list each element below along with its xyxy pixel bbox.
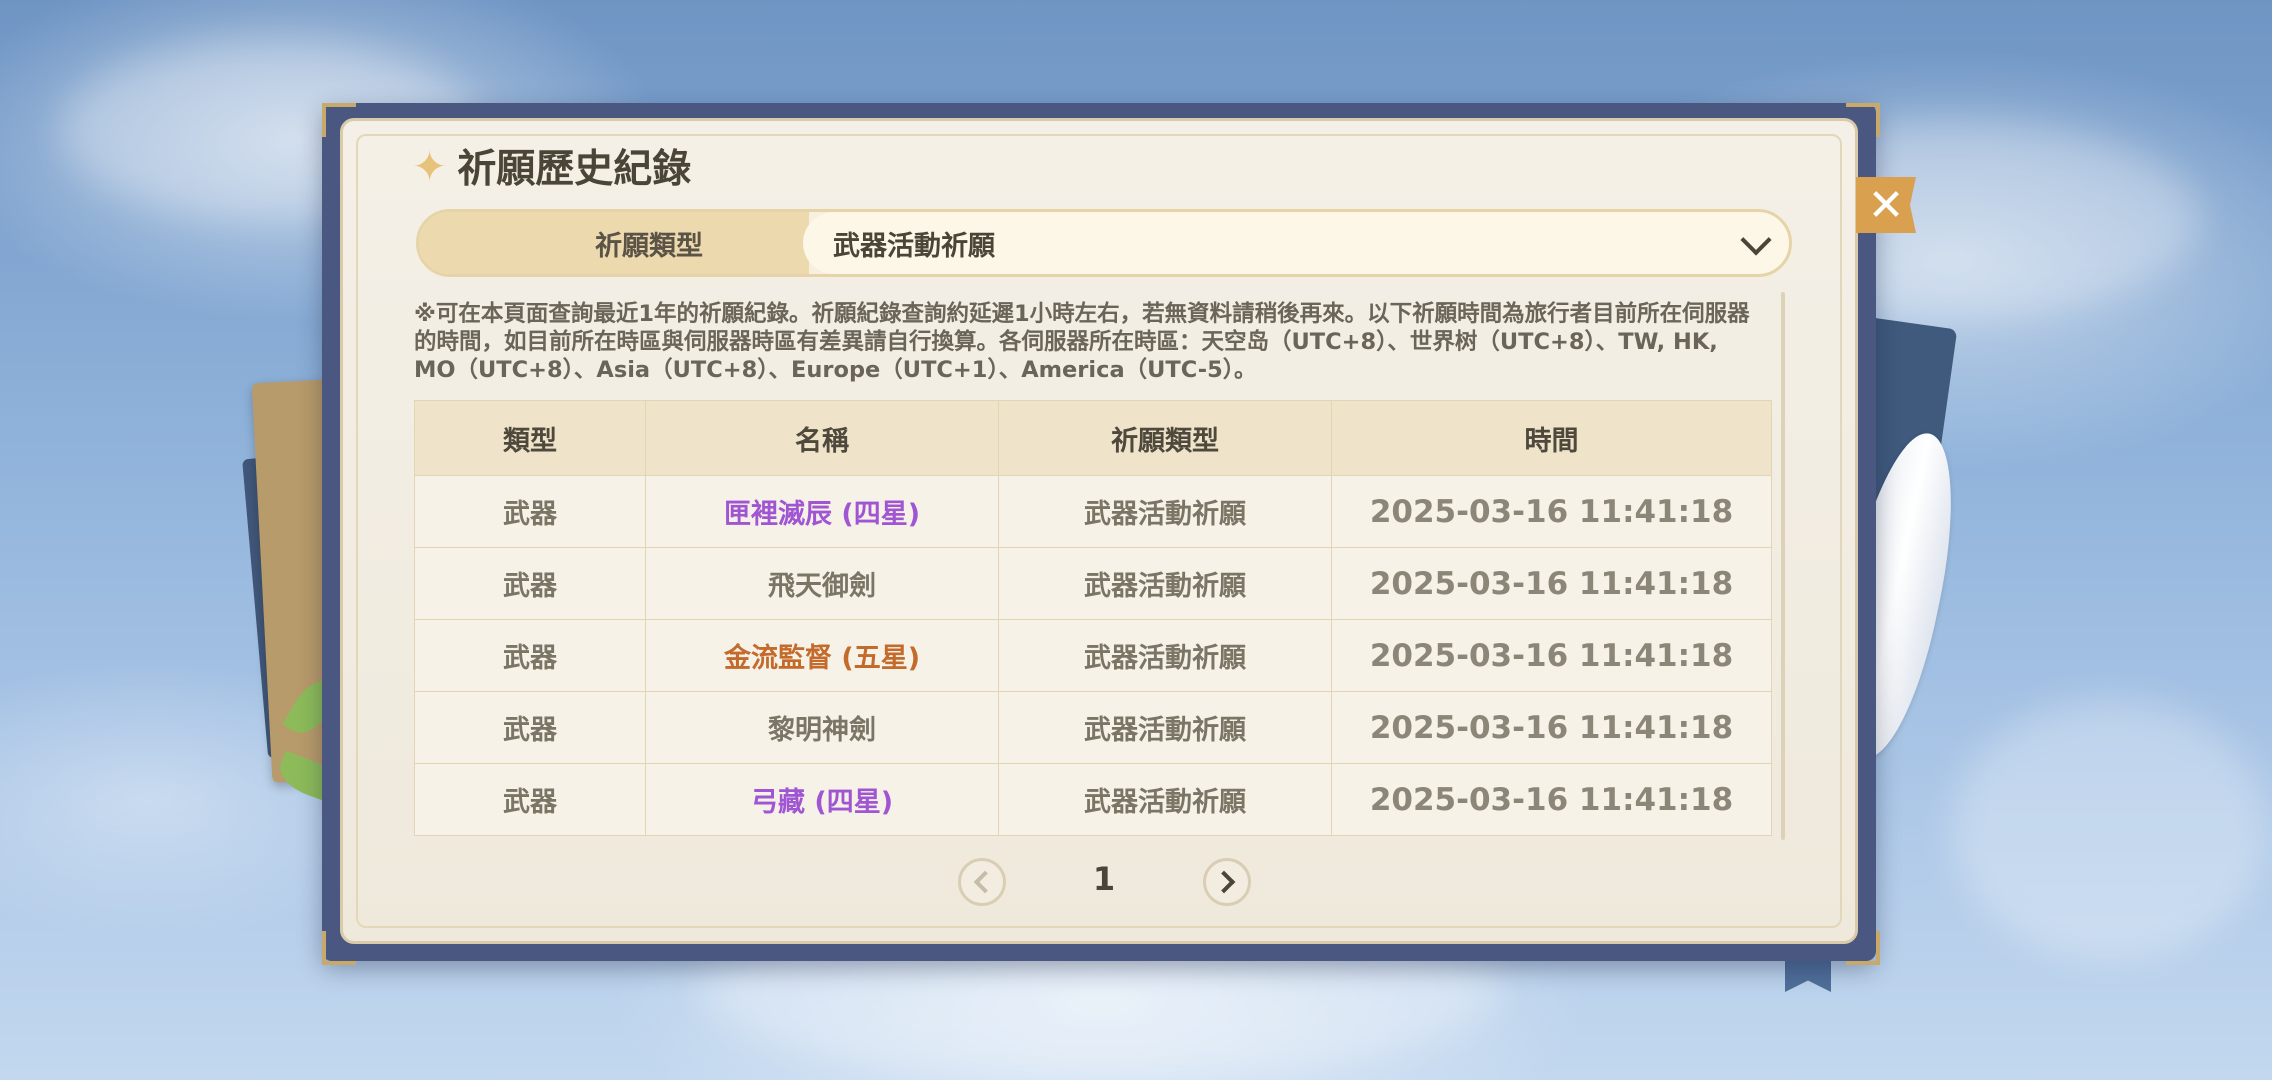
- cell-time: 2025-03-16 11:41:18: [1331, 619, 1772, 692]
- close-icon: ✕: [1867, 179, 1905, 231]
- wish-type-selected: 武器活動祈願: [833, 230, 995, 262]
- column-header-name: 名稱: [645, 400, 999, 476]
- cell-type: 武器: [414, 475, 646, 548]
- chevron-down-icon: [1740, 224, 1772, 256]
- wish-type-label: 祈願類型: [419, 212, 809, 274]
- pagination: 1: [958, 858, 1254, 910]
- cell-banner: 武器活動祈願: [998, 763, 1332, 836]
- cell-time: 2025-03-16 11:41:18: [1331, 763, 1772, 836]
- cell-item-name: 匣裡滅辰 (四星): [645, 475, 999, 548]
- column-header-banner: 祈願類型: [998, 400, 1332, 476]
- cell-banner: 武器活動祈願: [998, 691, 1332, 764]
- title-row: ✦ 祈願歷史紀錄: [412, 138, 691, 194]
- scrollbar[interactable]: [1781, 292, 1785, 840]
- table-row: 武器 金流監督 (五星) 武器活動祈願 2025-03-16 11:41:18: [414, 619, 1772, 692]
- next-page-button[interactable]: [1203, 858, 1251, 906]
- cell-item-name: 弓藏 (四星): [645, 763, 999, 836]
- current-page: 1: [1092, 860, 1116, 898]
- cell-item-name: 飛天御劍: [645, 547, 999, 620]
- table-row: 武器 匣裡滅辰 (四星) 武器活動祈願 2025-03-16 11:41:18: [414, 475, 1772, 548]
- cell-banner: 武器活動祈願: [998, 547, 1332, 620]
- cell-time: 2025-03-16 11:41:18: [1331, 547, 1772, 620]
- cell-time: 2025-03-16 11:41:18: [1331, 691, 1772, 764]
- cell-banner: 武器活動祈願: [998, 619, 1332, 692]
- sparkle-icon: ✦: [412, 141, 448, 191]
- wish-history-table: 類型 名稱 祈願類型 時間 武器 匣裡滅辰 (四星) 武器活動祈願 2025-0…: [414, 400, 1772, 836]
- chevron-right-icon: [1212, 870, 1236, 894]
- table-row: 武器 飛天御劍 武器活動祈願 2025-03-16 11:41:18: [414, 547, 1772, 620]
- frame-corner: [1846, 103, 1880, 137]
- cloud-decoration: [1950, 700, 2270, 960]
- frame-corner: [322, 103, 356, 137]
- frame-corner: [1846, 931, 1880, 965]
- wish-type-filter: 祈願類型 武器活動祈願: [416, 209, 1792, 277]
- cell-type: 武器: [414, 619, 646, 692]
- column-header-type: 類型: [414, 400, 646, 476]
- notice-text: ※可在本頁面查詢最近1年的祈願紀錄。祈願紀錄查詢約延遲1小時左右，若無資料請稍後…: [414, 301, 1750, 383]
- cell-item-name: 黎明神劍: [645, 691, 999, 764]
- table-row: 武器 黎明神劍 武器活動祈願 2025-03-16 11:41:18: [414, 691, 1772, 764]
- frame-corner: [322, 931, 356, 965]
- wish-type-dropdown[interactable]: 武器活動祈願: [803, 212, 1789, 274]
- cell-type: 武器: [414, 763, 646, 836]
- cell-item-name: 金流監督 (五星): [645, 619, 999, 692]
- cell-type: 武器: [414, 547, 646, 620]
- chevron-left-icon: [973, 870, 997, 894]
- close-button[interactable]: ✕: [1856, 177, 1916, 233]
- cell-time: 2025-03-16 11:41:18: [1331, 475, 1772, 548]
- cell-type: 武器: [414, 691, 646, 764]
- table-row: 武器 弓藏 (四星) 武器活動祈願 2025-03-16 11:41:18: [414, 763, 1772, 836]
- cell-banner: 武器活動祈願: [998, 475, 1332, 548]
- table-header-row: 類型 名稱 祈願類型 時間: [414, 400, 1772, 476]
- prev-page-button[interactable]: [958, 858, 1006, 906]
- page-title: 祈願歷史紀錄: [457, 147, 692, 192]
- column-header-time: 時間: [1331, 400, 1772, 476]
